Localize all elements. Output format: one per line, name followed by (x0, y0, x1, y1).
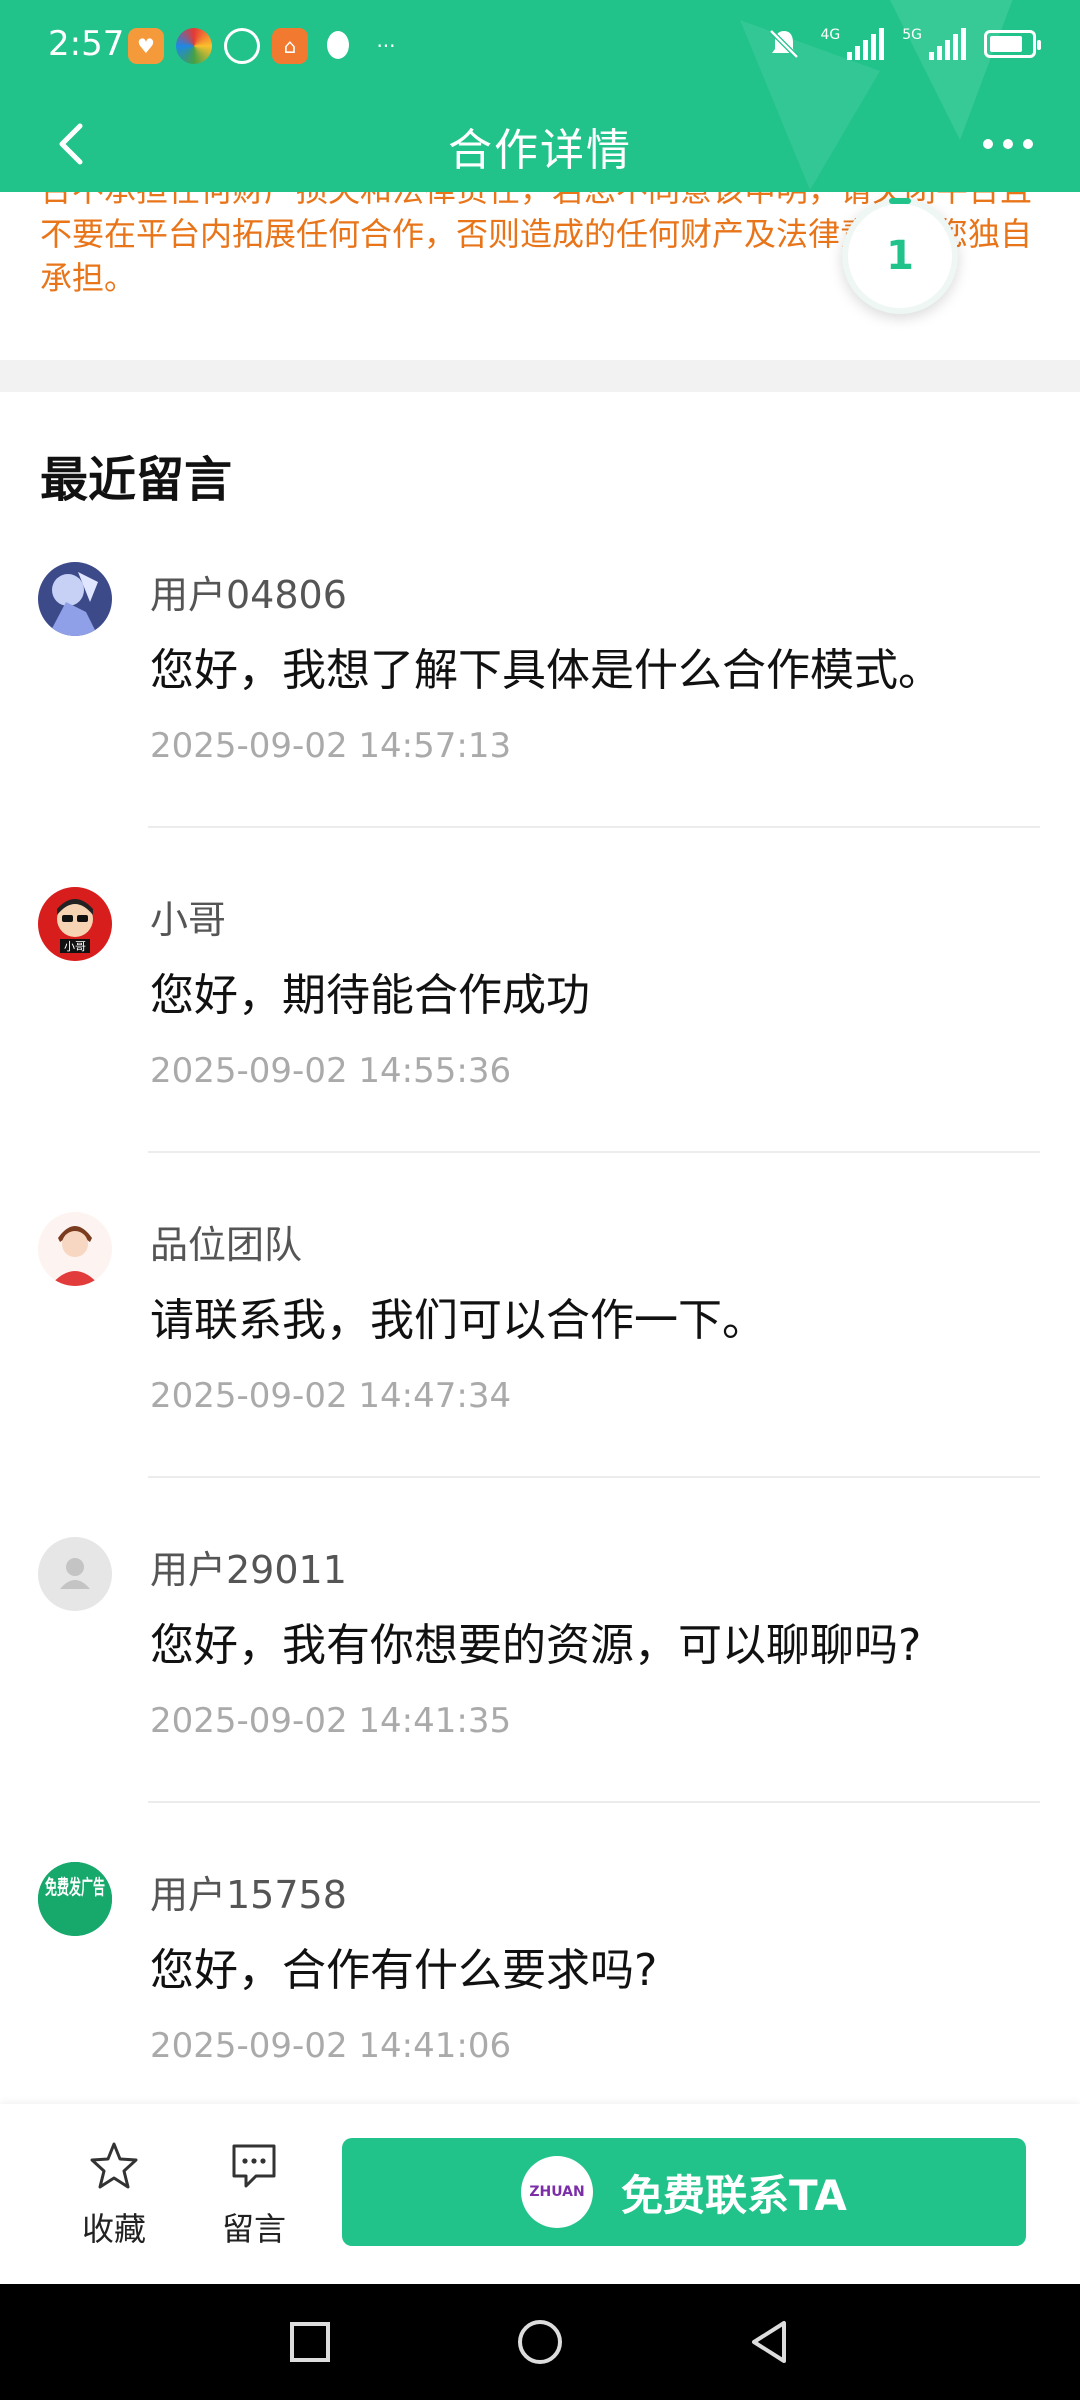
default-avatar-icon[interactable] (38, 1537, 112, 1611)
more-notifications-icon: ··· (376, 34, 396, 58)
bottom-action-bar: 收藏 留言 ZHUAN 免费联系TA (0, 2104, 1080, 2284)
status-time: 2:57 (48, 24, 125, 64)
comment-item: 用户04806 您好，我想了解下具体是什么合作模式。 2025-09-02 14… (0, 562, 1080, 887)
floating-count-badge[interactable]: 1 (842, 198, 958, 314)
comment-text: 您好，我有你想要的资源，可以聊聊吗? (150, 1620, 922, 1671)
comment-text: 您好，合作有什么要求吗? (150, 1945, 658, 1996)
dot-icon (983, 139, 993, 149)
comment-item: 用户29011 您好，我有你想要的资源，可以聊聊吗? 2025-09-02 14… (0, 1537, 1080, 1862)
comment-time: 2025-09-02 14:41:06 (150, 2026, 512, 2066)
avatar-text: 免费发广告 (45, 1875, 105, 1899)
contact-free-label: 免费联系TA (621, 2170, 847, 2220)
chat-app-icon (224, 28, 260, 64)
brand-logo-text: ZHUAN (529, 2184, 585, 2200)
status-bar: 2:57 ♥ ⌂ ··· 4G 5G (0, 0, 1080, 96)
mute-bell-icon (769, 29, 800, 59)
signal-5g-icon: 5G (902, 28, 966, 60)
comment-text: 您好，期待能合作成功 (150, 970, 590, 1021)
heart-app-icon: ♥ (128, 28, 164, 64)
comment-username: 小哥 (150, 898, 227, 942)
message-button[interactable]: 留言 (194, 2138, 314, 2250)
status-right-icons: 4G 5G (766, 26, 1041, 62)
avatar[interactable]: 免费发广告 (38, 1862, 112, 1936)
penguin-app-icon (320, 28, 356, 64)
favorite-label: 收藏 (81, 2210, 146, 2248)
badge-count: 1 (886, 233, 914, 279)
favorite-button[interactable]: 收藏 (54, 2138, 174, 2250)
comment-time: 2025-09-02 14:47:34 (150, 1376, 512, 1416)
colorful-app-icon (176, 28, 212, 64)
divider (148, 1151, 1040, 1153)
page-title: 合作详情 (448, 125, 632, 176)
comment-text: 请联系我，我们可以合作一下。 (150, 1295, 766, 1346)
status-app-icons: ♥ ⌂ ··· (128, 28, 404, 64)
header: 合作详情 (0, 96, 1080, 192)
battery-icon (984, 30, 1041, 58)
section-divider (0, 360, 1080, 392)
avatar[interactable] (38, 1212, 112, 1286)
avatar[interactable]: 小哥 (38, 887, 112, 961)
comment-username: 品位团队 (150, 1223, 303, 1267)
comment-item: 小哥 小哥 您好，期待能合作成功 2025-09-02 14:55:36 (0, 887, 1080, 1212)
system-nav-bar (0, 2284, 1080, 2400)
more-button[interactable] (976, 128, 1040, 160)
back-triangle-icon[interactable] (746, 2318, 794, 2366)
comment-time: 2025-09-02 14:55:36 (150, 1051, 512, 1091)
divider (148, 1476, 1040, 1478)
comment-time: 2025-09-02 14:57:13 (150, 726, 512, 766)
house-app-icon: ⌂ (272, 28, 308, 64)
contact-free-button[interactable]: ZHUAN 免费联系TA (342, 2138, 1026, 2246)
message-icon (232, 2144, 276, 2188)
comment-username: 用户04806 (150, 573, 347, 617)
signal-4g-icon: 4G (820, 27, 885, 60)
comment-item: 品位团队 请联系我，我们可以合作一下。 2025-09-02 14:47:34 (0, 1212, 1080, 1537)
dot-icon (1003, 139, 1013, 149)
comment-username: 用户15758 (150, 1873, 347, 1917)
comment-text: 您好，我想了解下具体是什么合作模式。 (150, 645, 942, 696)
dot-icon (1023, 139, 1033, 149)
signal-4g-label: 4G (820, 27, 841, 43)
recents-square-icon[interactable] (286, 2318, 334, 2366)
star-icon (90, 2142, 138, 2189)
avatar[interactable] (38, 562, 112, 636)
home-circle-icon[interactable] (516, 2318, 564, 2366)
avatar-text: 小哥 (64, 940, 86, 953)
divider (148, 1801, 1040, 1803)
signal-5g-label: 5G (902, 27, 922, 43)
section-title: 最近留言 (40, 452, 233, 508)
message-label: 留言 (221, 2210, 286, 2248)
comment-username: 用户29011 (150, 1548, 347, 1592)
brand-logo-icon: ZHUAN (521, 2156, 594, 2228)
comment-time: 2025-09-02 14:41:35 (150, 1701, 512, 1741)
divider (148, 826, 1040, 828)
top-bar: 2:57 ♥ ⌂ ··· 4G 5G 合作详情 (0, 0, 1080, 192)
